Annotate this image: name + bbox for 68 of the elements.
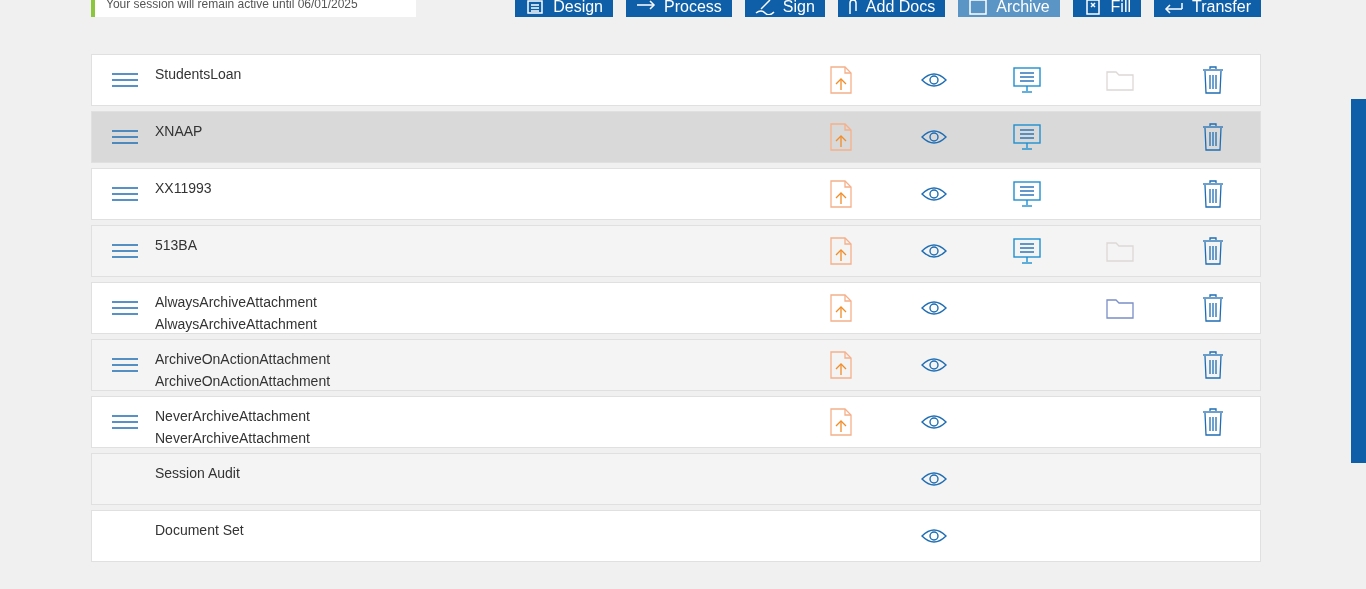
menu-icon[interactable] — [111, 414, 138, 430]
toolbar-button[interactable]: Transfer — [1154, 0, 1261, 17]
document-name: AlwaysArchiveAttachment — [155, 315, 318, 334]
document-name: ArchiveOnActionAttachment — [155, 350, 332, 369]
session-notice: Your session will remain active until 06/01/2025 — [91, 0, 416, 17]
document-row[interactable]: ArchiveOnActionAttachment ArchiveOnActionAttachment — [91, 339, 1261, 391]
upload-file-icon[interactable] — [829, 237, 852, 265]
document-name: XNAAP — [155, 122, 204, 141]
document-name: Document Set — [155, 521, 245, 540]
toolbar-icon — [968, 0, 989, 15]
document-row[interactable]: Document Set — [91, 510, 1261, 562]
menu-icon[interactable] — [111, 186, 138, 202]
eye-icon[interactable] — [920, 414, 947, 430]
trash-icon[interactable] — [1201, 66, 1224, 94]
eye-icon[interactable] — [920, 300, 947, 316]
eye-icon[interactable] — [920, 528, 947, 544]
document-row[interactable]: Session Audit — [91, 453, 1261, 505]
document-name: StudentsLoan — [155, 65, 243, 84]
eye-icon[interactable] — [920, 471, 947, 487]
upload-file-icon[interactable] — [829, 294, 852, 322]
document-name: Session Audit — [155, 464, 241, 483]
eye-icon[interactable] — [920, 129, 947, 145]
document-name: AlwaysArchiveAttachment — [155, 293, 318, 312]
eye-icon[interactable] — [920, 357, 947, 373]
monitor-icon[interactable] — [1012, 124, 1041, 150]
monitor-icon[interactable] — [1012, 238, 1041, 264]
toolbar-icon — [754, 0, 775, 15]
menu-icon[interactable] — [111, 72, 138, 88]
eye-icon[interactable] — [920, 72, 947, 88]
document-row[interactable]: AlwaysArchiveAttachment AlwaysArchiveAttachment — [91, 282, 1261, 334]
document-row[interactable]: NeverArchiveAttachment NeverArchiveAttachment — [91, 396, 1261, 448]
folder-icon[interactable] — [1105, 297, 1134, 319]
toolbar-button[interactable]: Design — [515, 0, 613, 17]
toolbar-button[interactable]: Fill — [1072, 0, 1141, 17]
trash-icon[interactable] — [1201, 180, 1224, 208]
eye-icon[interactable] — [920, 243, 947, 259]
upload-file-icon[interactable] — [829, 351, 852, 379]
toolbar-icon — [1164, 0, 1184, 15]
document-name: NeverArchiveAttachment — [155, 407, 311, 426]
document-row[interactable]: XNAAP — [91, 111, 1261, 163]
trash-icon[interactable] — [1201, 351, 1224, 379]
menu-icon[interactable] — [111, 300, 138, 316]
toolbar-button[interactable]: Add Docs — [837, 0, 946, 17]
menu-icon[interactable] — [111, 129, 138, 145]
toolbar-icon — [525, 0, 546, 15]
monitor-icon[interactable] — [1012, 181, 1041, 207]
upload-file-icon[interactable] — [829, 180, 852, 208]
toolbar-button[interactable]: Sign — [744, 0, 825, 17]
trash-icon[interactable] — [1201, 294, 1224, 322]
document-name: NeverArchiveAttachment — [155, 429, 311, 448]
document-name: XX11993 — [155, 179, 213, 198]
trash-icon[interactable] — [1201, 408, 1224, 436]
menu-icon[interactable] — [111, 243, 138, 259]
document-row[interactable]: 513BA — [91, 225, 1261, 277]
trash-icon[interactable] — [1201, 123, 1224, 151]
eye-icon[interactable] — [920, 186, 947, 202]
upload-file-icon[interactable] — [829, 408, 852, 436]
scrollbar-thumb[interactable] — [1351, 99, 1366, 463]
menu-icon[interactable] — [111, 357, 138, 373]
toolbar-button[interactable]: Process — [626, 0, 732, 17]
trash-icon[interactable] — [1201, 237, 1224, 265]
document-row[interactable]: XX11993 — [91, 168, 1261, 220]
document-row[interactable]: StudentsLoan — [91, 54, 1261, 106]
document-name: 513BA — [155, 236, 199, 255]
document-name: ArchiveOnActionAttachment — [155, 372, 332, 391]
upload-file-icon[interactable] — [829, 66, 852, 94]
paperclip-icon — [847, 0, 858, 15]
monitor-icon[interactable] — [1012, 67, 1041, 93]
